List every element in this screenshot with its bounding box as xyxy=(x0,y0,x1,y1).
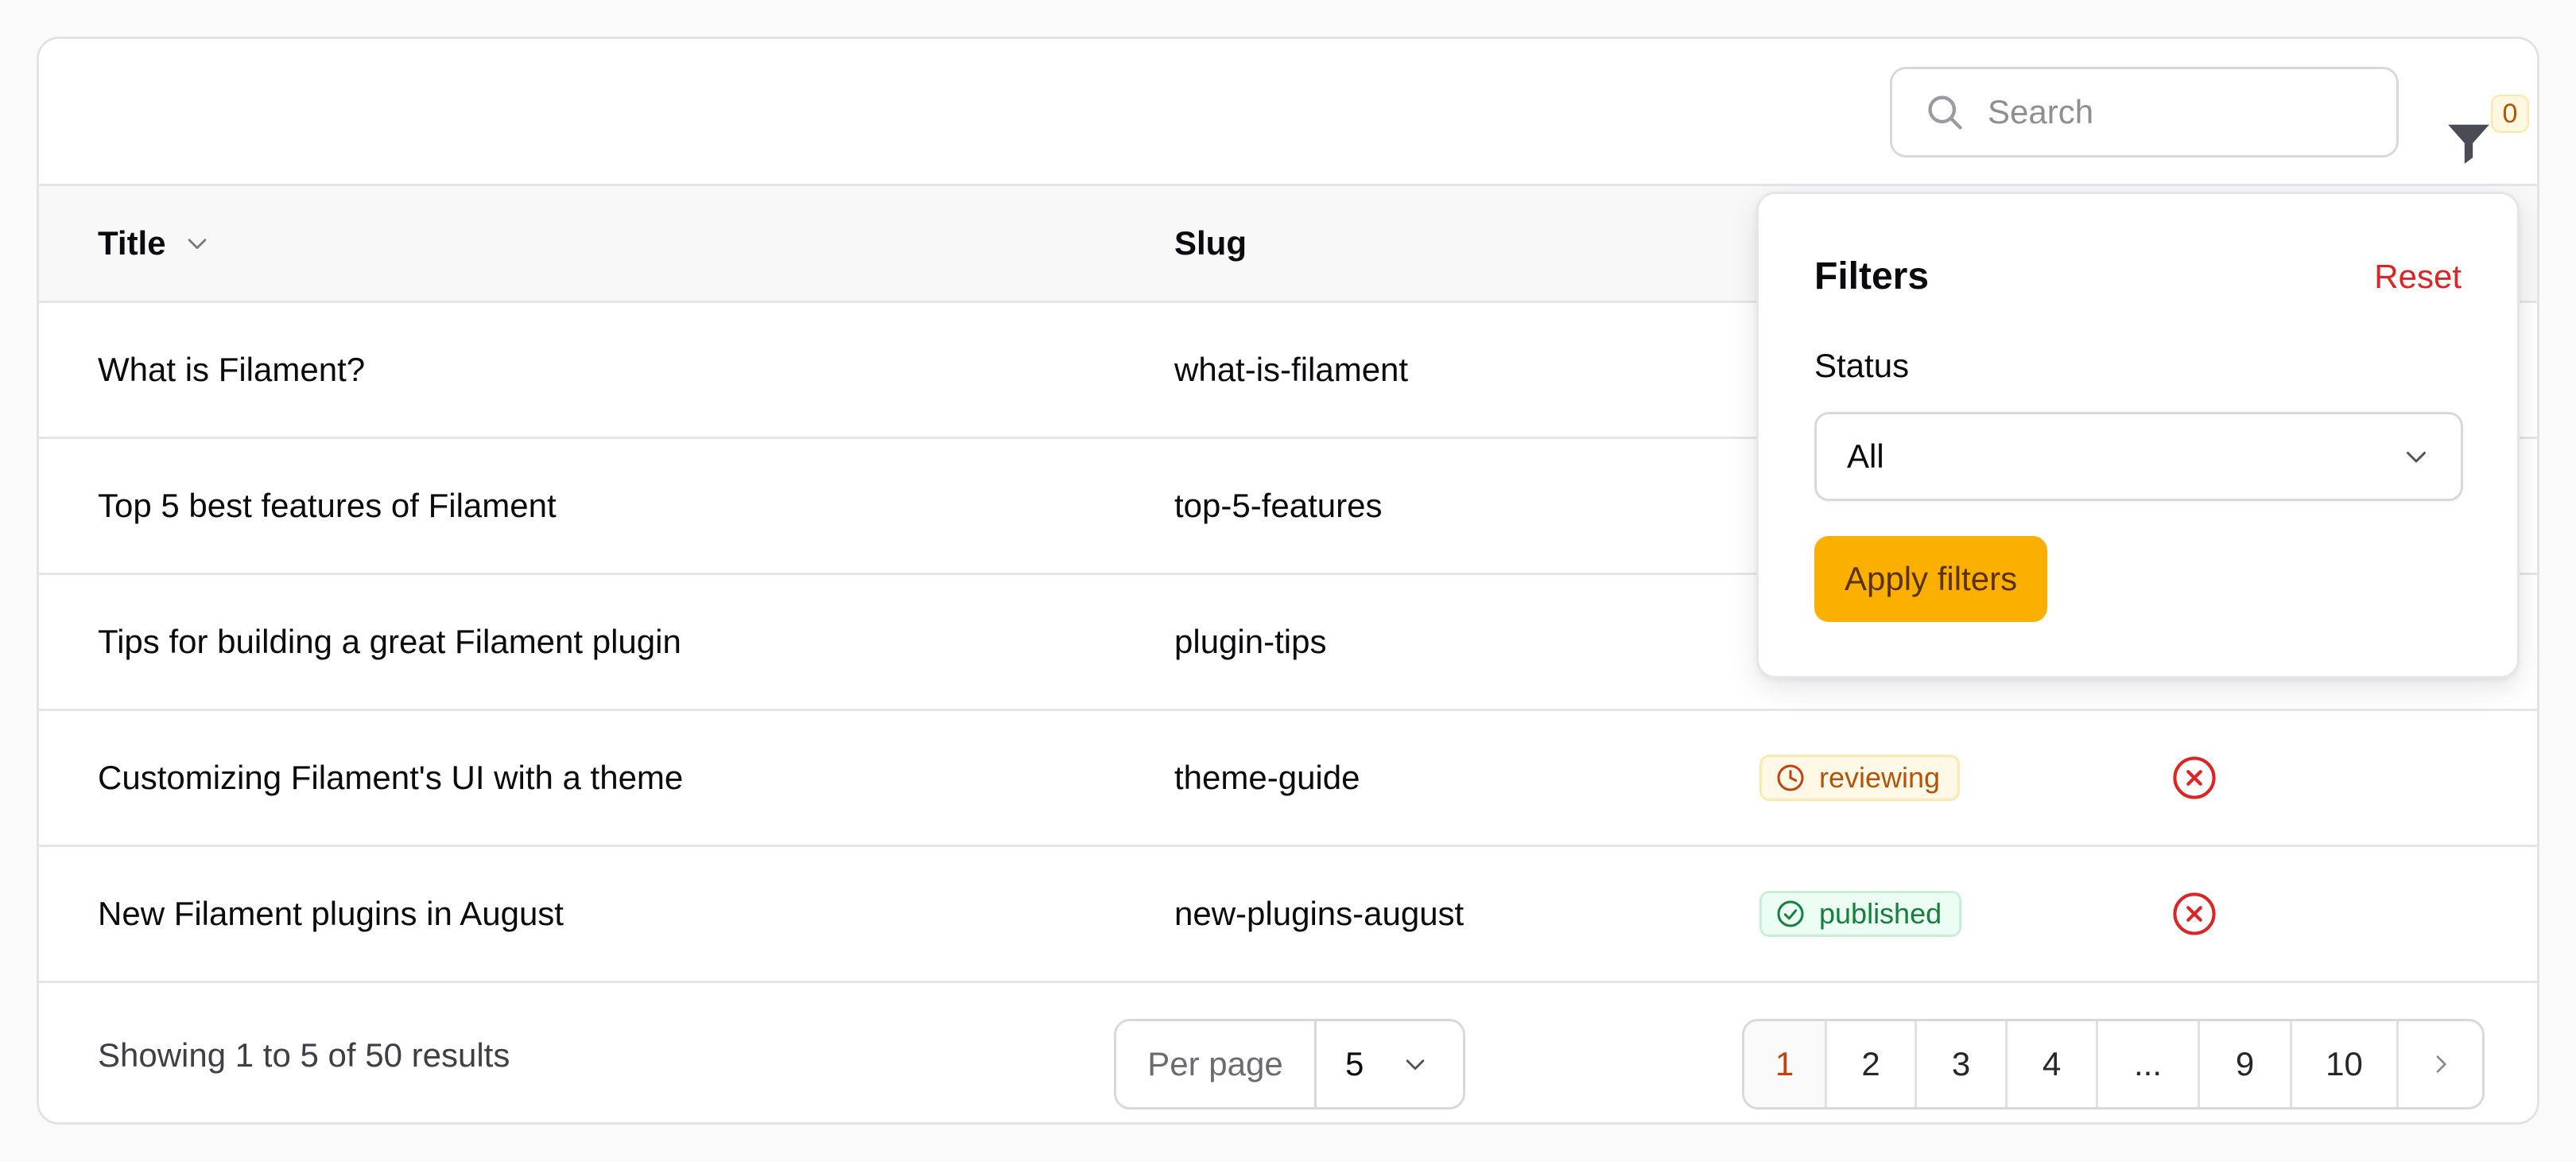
per-page-control: Per page 5 xyxy=(1114,1019,1465,1110)
funnel-icon xyxy=(2448,124,2489,164)
cell-status: published xyxy=(1759,847,1962,981)
cell-title: New Filament plugins in August xyxy=(98,895,564,932)
chevron-down-icon xyxy=(2407,452,2426,463)
status-filter-select[interactable]: All xyxy=(1814,412,2463,501)
chevron-down-icon xyxy=(1406,1059,1425,1071)
page-button-10[interactable]: 10 xyxy=(2292,1021,2399,1107)
filters-dropdown: Filters Reset Status All Apply filters xyxy=(1756,192,2520,678)
column-header-slug: Slug xyxy=(1174,186,1247,301)
status-filter-label: Status xyxy=(1814,347,1910,384)
page-button-2[interactable]: 2 xyxy=(1827,1021,1917,1107)
search-input[interactable] xyxy=(1988,93,2385,131)
chevron-right-icon xyxy=(2436,1055,2446,1073)
filter-button[interactable]: 0 xyxy=(2434,76,2532,164)
table-footer: Showing 1 to 5 of 50 results Per page 5 … xyxy=(39,984,2537,1122)
cell-status: reviewing xyxy=(1759,711,1961,845)
page-button-1[interactable]: 1 xyxy=(1744,1021,1827,1107)
page-button-3[interactable]: 3 xyxy=(1917,1021,2008,1107)
status-badge: reviewing xyxy=(1759,755,1961,801)
search-box[interactable] xyxy=(1890,67,2399,157)
cell-featured xyxy=(2170,711,2219,845)
results-summary: Showing 1 to 5 of 50 results xyxy=(98,1036,510,1074)
cell-slug: what-is-filament xyxy=(1174,351,1409,388)
table-card: 0 Title Slug What is Filament? what-is-f… xyxy=(37,37,2539,1125)
per-page-value: 5 xyxy=(1345,1045,1364,1082)
table-row[interactable]: New Filament plugins in August new-plugi… xyxy=(39,847,2537,983)
cell-slug: top-5-features xyxy=(1174,487,1383,524)
chevron-down-icon xyxy=(188,239,206,250)
per-page-label: Per page xyxy=(1116,1021,1317,1107)
status-badge-label: reviewing xyxy=(1819,761,1941,794)
x-circle-icon xyxy=(2173,892,2216,935)
table-toolbar: 0 xyxy=(39,39,2537,184)
cell-title: Tips for building a great Filament plugi… xyxy=(98,623,681,660)
pagination: 1 2 3 4 ... 9 10 xyxy=(1742,1019,2485,1110)
column-header-title-label: Title xyxy=(98,224,166,262)
x-circle-icon xyxy=(2173,756,2216,799)
clock-icon xyxy=(1777,764,1804,791)
cell-featured xyxy=(2170,847,2219,981)
status-badge-label: published xyxy=(1819,897,1942,930)
per-page-select[interactable]: 5 xyxy=(1317,1021,1463,1107)
page-button-9[interactable]: 9 xyxy=(2200,1021,2292,1107)
check-circle-icon xyxy=(1777,900,1804,927)
search-icon xyxy=(1928,95,1962,130)
filters-title: Filters xyxy=(1814,255,1930,297)
cell-title: Customizing Filament's UI with a theme xyxy=(98,759,684,796)
cell-title: Top 5 best features of Filament xyxy=(98,487,557,524)
cell-slug: theme-guide xyxy=(1174,759,1360,796)
status-filter-value: All xyxy=(1847,437,1884,475)
filter-count-badge: 0 xyxy=(2491,95,2529,133)
reset-filters-link[interactable]: Reset xyxy=(2374,258,2462,296)
next-page-button[interactable] xyxy=(2399,1021,2482,1107)
cell-slug: plugin-tips xyxy=(1174,623,1327,660)
page-button-4[interactable]: 4 xyxy=(2008,1021,2098,1107)
column-header-slug-label: Slug xyxy=(1174,224,1247,262)
cell-slug: new-plugins-august xyxy=(1174,895,1465,932)
column-header-title[interactable]: Title xyxy=(98,186,211,301)
page-ellipsis: ... xyxy=(2098,1021,2200,1107)
cell-title: What is Filament? xyxy=(98,351,366,388)
status-badge: published xyxy=(1759,891,1962,937)
table-row[interactable]: Customizing Filament's UI with a theme t… xyxy=(39,711,2537,847)
apply-filters-button[interactable]: Apply filters xyxy=(1814,536,2048,622)
